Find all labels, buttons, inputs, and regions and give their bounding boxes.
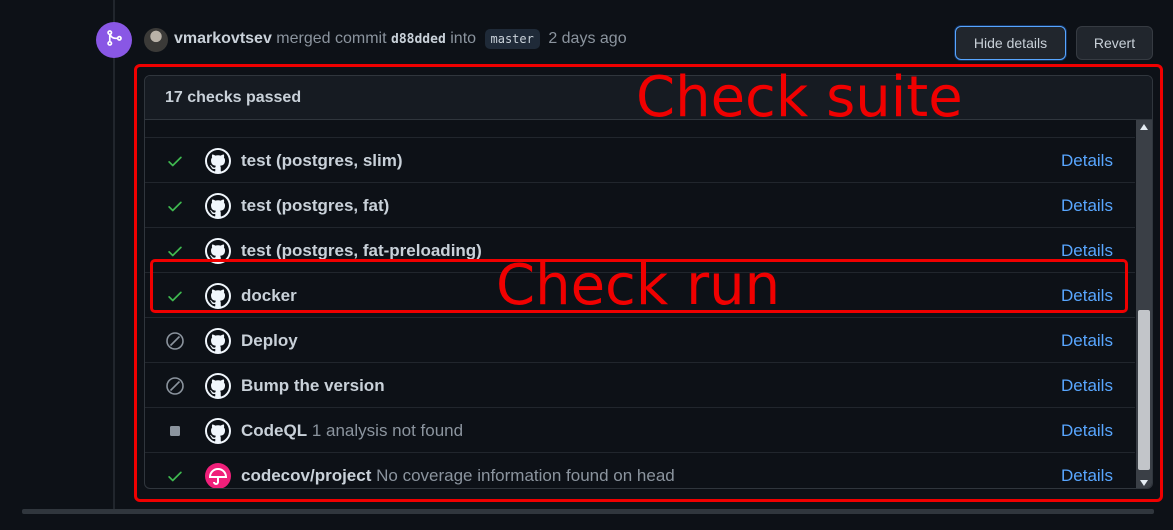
event-into: into — [450, 30, 477, 47]
revert-button[interactable]: Revert — [1076, 26, 1153, 60]
branch-label[interactable]: master — [484, 29, 540, 49]
merge-event: vmarkovtsev merged commit d88dded into m… — [174, 29, 627, 49]
git-merge-icon — [105, 29, 123, 52]
event-time[interactable]: 2 days ago — [548, 30, 626, 47]
actor-link[interactable]: vmarkovtsev — [174, 30, 272, 47]
commit-sha-link[interactable]: d88dded — [391, 32, 446, 47]
check-suite-annotation-label: Check suite — [636, 65, 963, 130]
horizontal-scrollbar[interactable] — [22, 509, 1154, 514]
event-action: merged commit — [276, 30, 387, 47]
hide-details-button[interactable]: Hide details — [955, 26, 1066, 60]
timeline-line — [113, 0, 115, 512]
check-run-annotation-label: Check run — [496, 253, 781, 318]
avatar[interactable] — [144, 28, 168, 52]
merge-badge — [96, 22, 132, 58]
